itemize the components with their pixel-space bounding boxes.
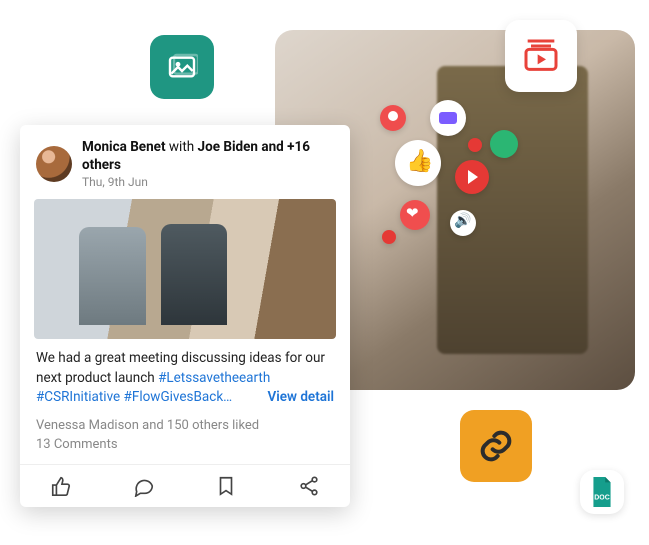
- share-button-icon[interactable]: [298, 475, 320, 497]
- likes-summary[interactable]: Venessa Madison and 150 others liked: [36, 418, 334, 433]
- avatar[interactable]: [36, 146, 72, 182]
- doc-file-tile-icon: DOC: [580, 470, 624, 514]
- post-action-bar: [20, 464, 350, 507]
- link-tile-icon: [460, 410, 532, 482]
- thumbs-up-icon: [395, 140, 441, 186]
- svg-text:DOC: DOC: [594, 495, 609, 502]
- post-header: Monica Benet with Joe Biden and +16 othe…: [36, 139, 334, 189]
- wifi-icon: [490, 130, 518, 158]
- comment-button-icon[interactable]: [133, 475, 155, 497]
- comments-count[interactable]: 13 Comments: [36, 437, 334, 452]
- post-caption: We had a great meeting discussing ideas …: [36, 349, 334, 408]
- card-icon: [430, 100, 466, 136]
- post-video-thumbnail[interactable]: [34, 199, 336, 339]
- pin-icon: [380, 105, 406, 131]
- like-button-icon[interactable]: [50, 475, 72, 497]
- post-card: Monica Benet with Joe Biden and +16 othe…: [20, 125, 350, 507]
- play-button-icon[interactable]: [163, 247, 207, 291]
- bookmark-button-icon[interactable]: [215, 475, 237, 497]
- notification-dot-icon: [468, 138, 482, 152]
- view-detail-link[interactable]: View detail: [267, 388, 334, 408]
- video-library-tile-icon: [505, 20, 577, 92]
- play-icon: [455, 160, 489, 194]
- notification-dot-icon: [382, 230, 396, 244]
- speaker-icon: [450, 210, 476, 236]
- heart-icon: [400, 200, 430, 230]
- post-author-line[interactable]: Monica Benet with Joe Biden and +16 othe…: [82, 139, 334, 174]
- post-date: Thu, 9th Jun: [82, 175, 334, 189]
- image-tile-icon: [150, 35, 214, 99]
